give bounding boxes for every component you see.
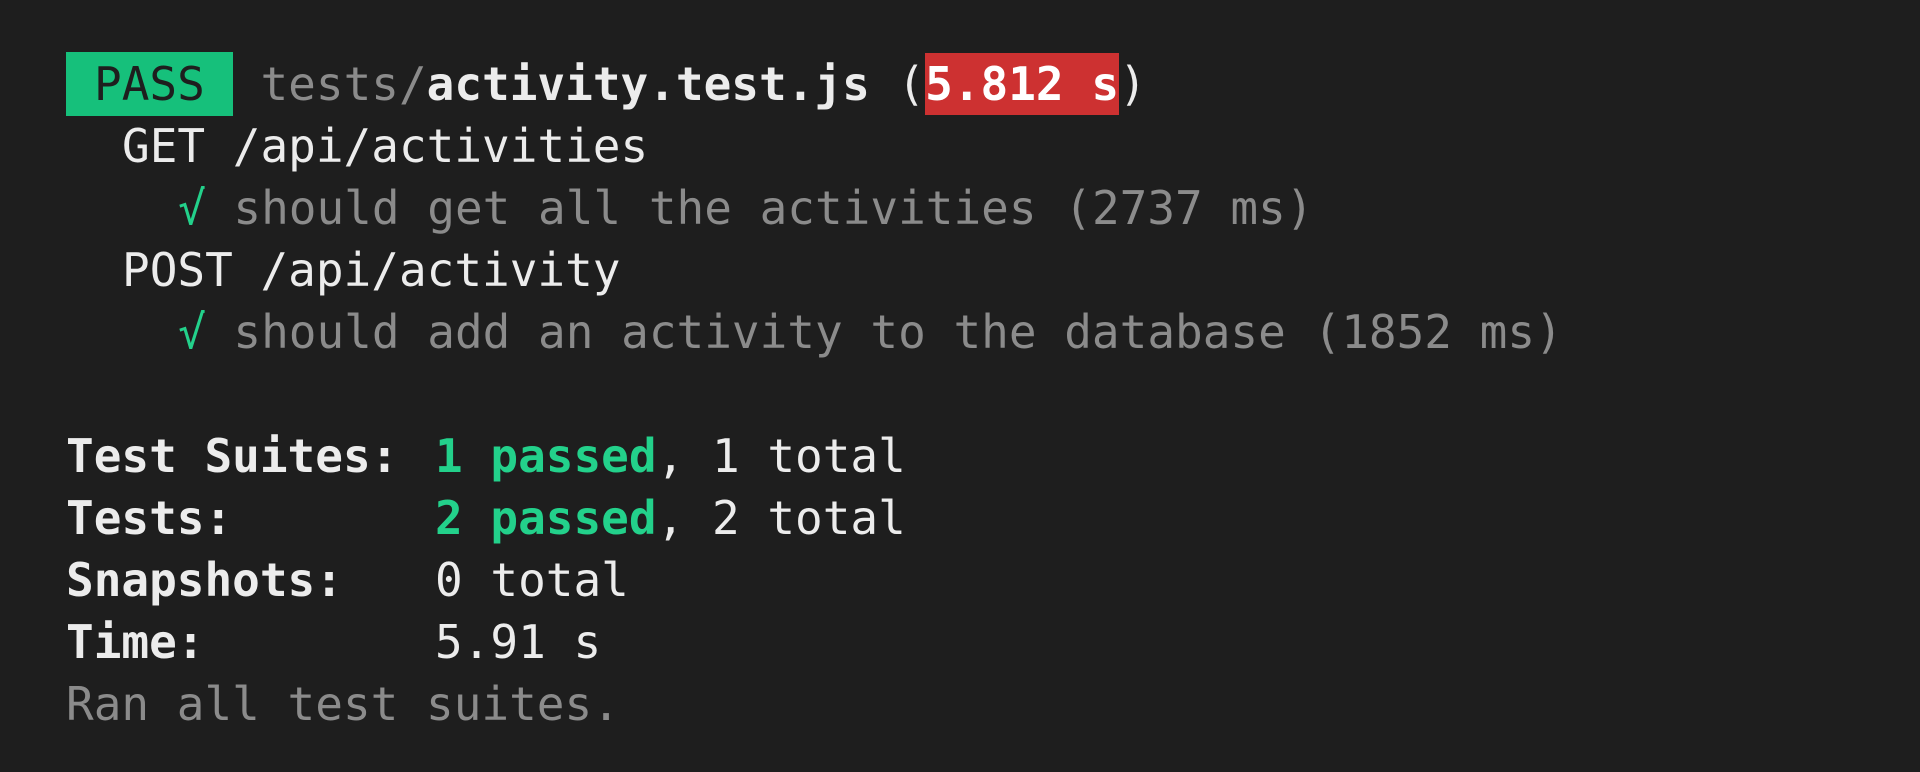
- test-file-name: activity.test.js: [426, 57, 870, 111]
- total-count: 0 total: [435, 553, 629, 607]
- test-name: should get all the activities: [233, 181, 1037, 235]
- check-icon: √: [178, 181, 206, 235]
- summary-time: Time: 5.91 s: [66, 611, 1563, 673]
- check-icon: √: [178, 305, 206, 359]
- test-duration: (1852 ms): [1313, 305, 1563, 359]
- summary-tests: Tests: 2 passed, 2 total: [66, 487, 1563, 549]
- suite-result-line: PASS tests/activity.test.js (5.812 s): [66, 52, 1563, 116]
- time-value: 5.91 s: [435, 615, 602, 669]
- describe-title: POST /api/activity: [122, 243, 621, 297]
- describe-title: GET /api/activities: [122, 119, 649, 173]
- terminal-output: PASS tests/activity.test.js (5.812 s) GE…: [66, 52, 1563, 735]
- summary-label: Tests:: [66, 491, 233, 545]
- summary-label: Test Suites:: [66, 429, 399, 483]
- summary-footer: Ran all test suites.: [66, 677, 620, 731]
- total-count: 1 total: [711, 429, 906, 483]
- summary-label: Time:: [66, 615, 205, 669]
- test-name: should add an activity to the database: [233, 305, 1286, 359]
- close-paren: ): [1119, 57, 1147, 111]
- summary-snapshots: Snapshots: 0 total: [66, 549, 1563, 611]
- summary-label: Snapshots:: [66, 553, 343, 607]
- test-duration: (2737 ms): [1064, 181, 1314, 235]
- passed-count: 1 passed: [435, 429, 657, 483]
- test-file-dir: tests/: [260, 57, 427, 111]
- passed-count: 2 passed: [435, 491, 657, 545]
- test-case: √ should add an activity to the database…: [66, 301, 1563, 363]
- total-count: 2 total: [711, 491, 906, 545]
- pass-badge: PASS: [66, 52, 233, 116]
- suite-duration: 5.812 s: [925, 53, 1120, 115]
- test-case: √ should get all the activities (2737 ms…: [66, 177, 1563, 239]
- summary-suites: Test Suites: 1 passed, 1 total: [66, 425, 1563, 487]
- open-paren: (: [869, 57, 926, 111]
